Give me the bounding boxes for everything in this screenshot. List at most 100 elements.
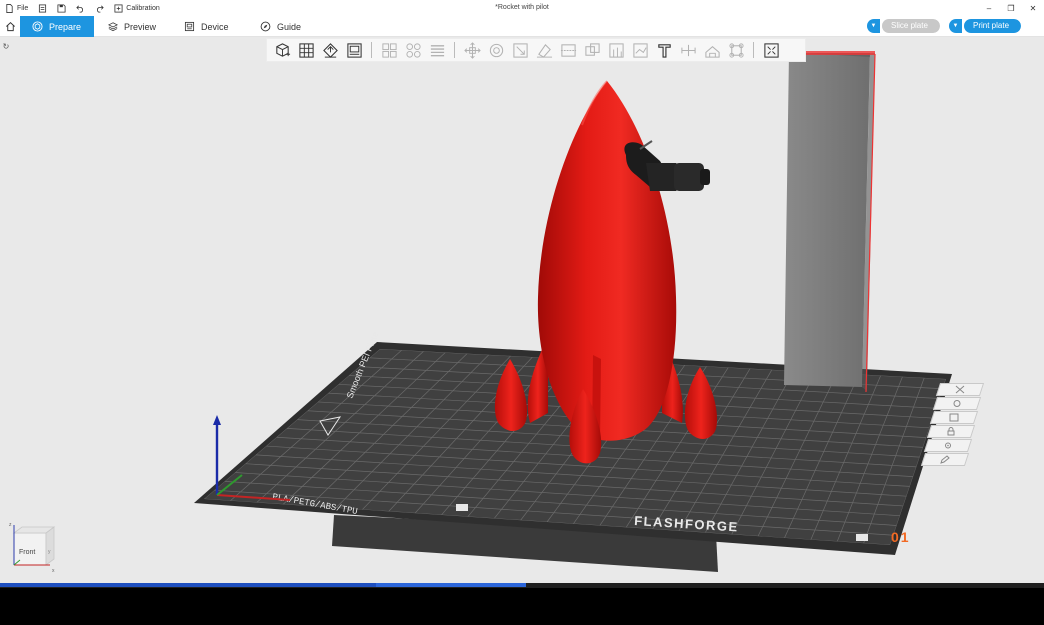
arrange-plate-icon <box>949 413 959 422</box>
bottom-area <box>0 588 1044 625</box>
3d-viewport[interactable]: FLASHFORGE PLA/PETG/ABS/TPU Smooth PEI P… <box>0 37 1044 583</box>
calibration-menu-label: Calibration <box>126 4 160 12</box>
assembly-tool[interactable] <box>700 39 724 61</box>
layers-tool[interactable] <box>425 39 449 61</box>
mesh-boolean-icon <box>584 42 600 56</box>
split-parts-icon <box>405 42 421 58</box>
plate-marker-2 <box>856 534 868 541</box>
support-paint-tool[interactable] <box>604 39 628 61</box>
split-parts-tool[interactable] <box>401 39 425 61</box>
seam-paint-tool[interactable] <box>628 39 652 61</box>
print-plate-label: Print plate <box>964 19 1022 33</box>
undo-button[interactable] <box>71 0 90 16</box>
variable-layer-tool[interactable] <box>759 39 783 61</box>
tab-guide[interactable]: Guide <box>248 16 314 37</box>
brim-ears-tool[interactable] <box>724 39 748 61</box>
fit-view-icon <box>346 42 362 58</box>
lock-icon <box>947 427 955 436</box>
compass-guide-icon <box>260 21 271 32</box>
plate-controls <box>920 383 990 483</box>
chevron-down-icon: ▼ <box>952 23 959 29</box>
lay-on-face-tool[interactable] <box>532 39 556 61</box>
redo-button[interactable] <box>90 0 109 16</box>
sidebar-expand-button[interactable]: ↻ <box>0 39 12 53</box>
slice-plate-button[interactable]: ▼ Slice plate <box>867 19 940 33</box>
cut-tool[interactable] <box>556 39 580 61</box>
plate-edit-button[interactable] <box>920 453 970 466</box>
window-controls: – ❐ ✕ <box>978 0 1044 16</box>
toolbar-separator <box>753 42 754 58</box>
minimize-button[interactable]: – <box>978 0 1000 16</box>
plate-lock-button[interactable] <box>926 425 976 438</box>
wipe-tower[interactable] <box>784 53 870 387</box>
brim-ears-icon <box>728 42 744 58</box>
tab-device[interactable]: Device <box>172 16 244 37</box>
home-button[interactable] <box>0 16 20 37</box>
tab-prepare-label: Prepare <box>49 21 82 32</box>
grid-arrange-icon <box>298 42 314 58</box>
pilot-helmet <box>674 163 704 191</box>
auto-orient-tool[interactable] <box>318 39 342 61</box>
print-plate-button[interactable]: ▼ Print plate <box>949 19 1022 33</box>
plate-orient-button[interactable] <box>932 397 982 410</box>
tab-guide-label: Guide <box>277 21 302 32</box>
scene-canvas: FLASHFORGE PLA/PETG/ABS/TPU Smooth PEI P… <box>194 51 952 572</box>
rotate-icon <box>489 43 503 57</box>
plate-marker-1 <box>456 504 468 511</box>
save-button[interactable] <box>52 0 71 16</box>
text-emboss-tool[interactable] <box>652 39 676 61</box>
tab-preview[interactable]: Preview <box>96 16 168 37</box>
plate-delete-button[interactable] <box>935 383 985 396</box>
restore-button[interactable]: ❐ <box>1000 0 1022 16</box>
main-tab-bar: Prepare Preview Device Guide ▼ Slice pla… <box>0 16 1044 37</box>
view-cube[interactable]: z x y <box>4 521 60 574</box>
tab-prepare[interactable]: Prepare <box>20 16 94 37</box>
restore-icon: ❐ <box>1007 3 1015 13</box>
arrange-tool[interactable] <box>294 39 318 61</box>
plate-arrange-button[interactable] <box>929 411 979 424</box>
measure-tool[interactable] <box>676 39 700 61</box>
view-cube-graphic: z x y <box>9 522 56 574</box>
support-paint-icon <box>608 42 624 58</box>
title-bar: File Calibration *Rocket with pilot – ❐ … <box>0 0 1044 16</box>
split-objects-tool[interactable] <box>377 39 401 61</box>
file-menu[interactable]: File <box>0 0 33 16</box>
minimize-icon: – <box>986 3 992 13</box>
save-icon <box>57 3 66 13</box>
expand-arrows-icon: ↻ <box>2 41 10 51</box>
cut-icon <box>560 43 576 57</box>
slice-plate-label: Slice plate <box>882 19 940 33</box>
rotate-tool[interactable] <box>484 39 508 61</box>
close-icon: ✕ <box>1029 3 1037 13</box>
view-cube-front-label: Front <box>19 549 36 556</box>
orient-icon <box>322 42 338 58</box>
close-icon <box>955 385 965 394</box>
slice-options-dropdown[interactable]: ▼ <box>867 19 880 33</box>
print-options-dropdown[interactable]: ▼ <box>949 19 962 33</box>
edit-icon <box>940 455 950 464</box>
measure-icon <box>680 44 696 56</box>
add-object-tool[interactable] <box>270 39 294 61</box>
move-tool[interactable] <box>460 39 484 61</box>
view-cube-axis-x: x <box>52 568 55 573</box>
close-button[interactable]: ✕ <box>1022 0 1044 16</box>
fit-view-tool[interactable] <box>342 39 366 61</box>
plate-settings-button[interactable] <box>923 439 973 452</box>
calibration-icon <box>114 3 123 13</box>
plate-number: 01 <box>891 529 911 545</box>
new-project-button[interactable] <box>33 0 52 16</box>
rocket-body[interactable] <box>537 81 677 441</box>
layers-variable-icon <box>430 44 444 56</box>
mesh-boolean-tool[interactable] <box>580 39 604 61</box>
scale-icon <box>512 42 528 58</box>
new-file-icon <box>38 3 47 13</box>
tab-preview-label: Preview <box>123 21 156 32</box>
wipe-tower-top-highlight <box>804 51 875 55</box>
move-icon <box>463 41 481 59</box>
assembly-icon <box>704 45 720 58</box>
home-icon <box>5 22 15 32</box>
scale-tool[interactable] <box>508 39 532 61</box>
progress-fill-highlight <box>375 583 527 587</box>
app-window: File Calibration *Rocket with pilot – ❐ … <box>0 0 1044 625</box>
calibration-menu[interactable]: Calibration <box>109 0 164 16</box>
